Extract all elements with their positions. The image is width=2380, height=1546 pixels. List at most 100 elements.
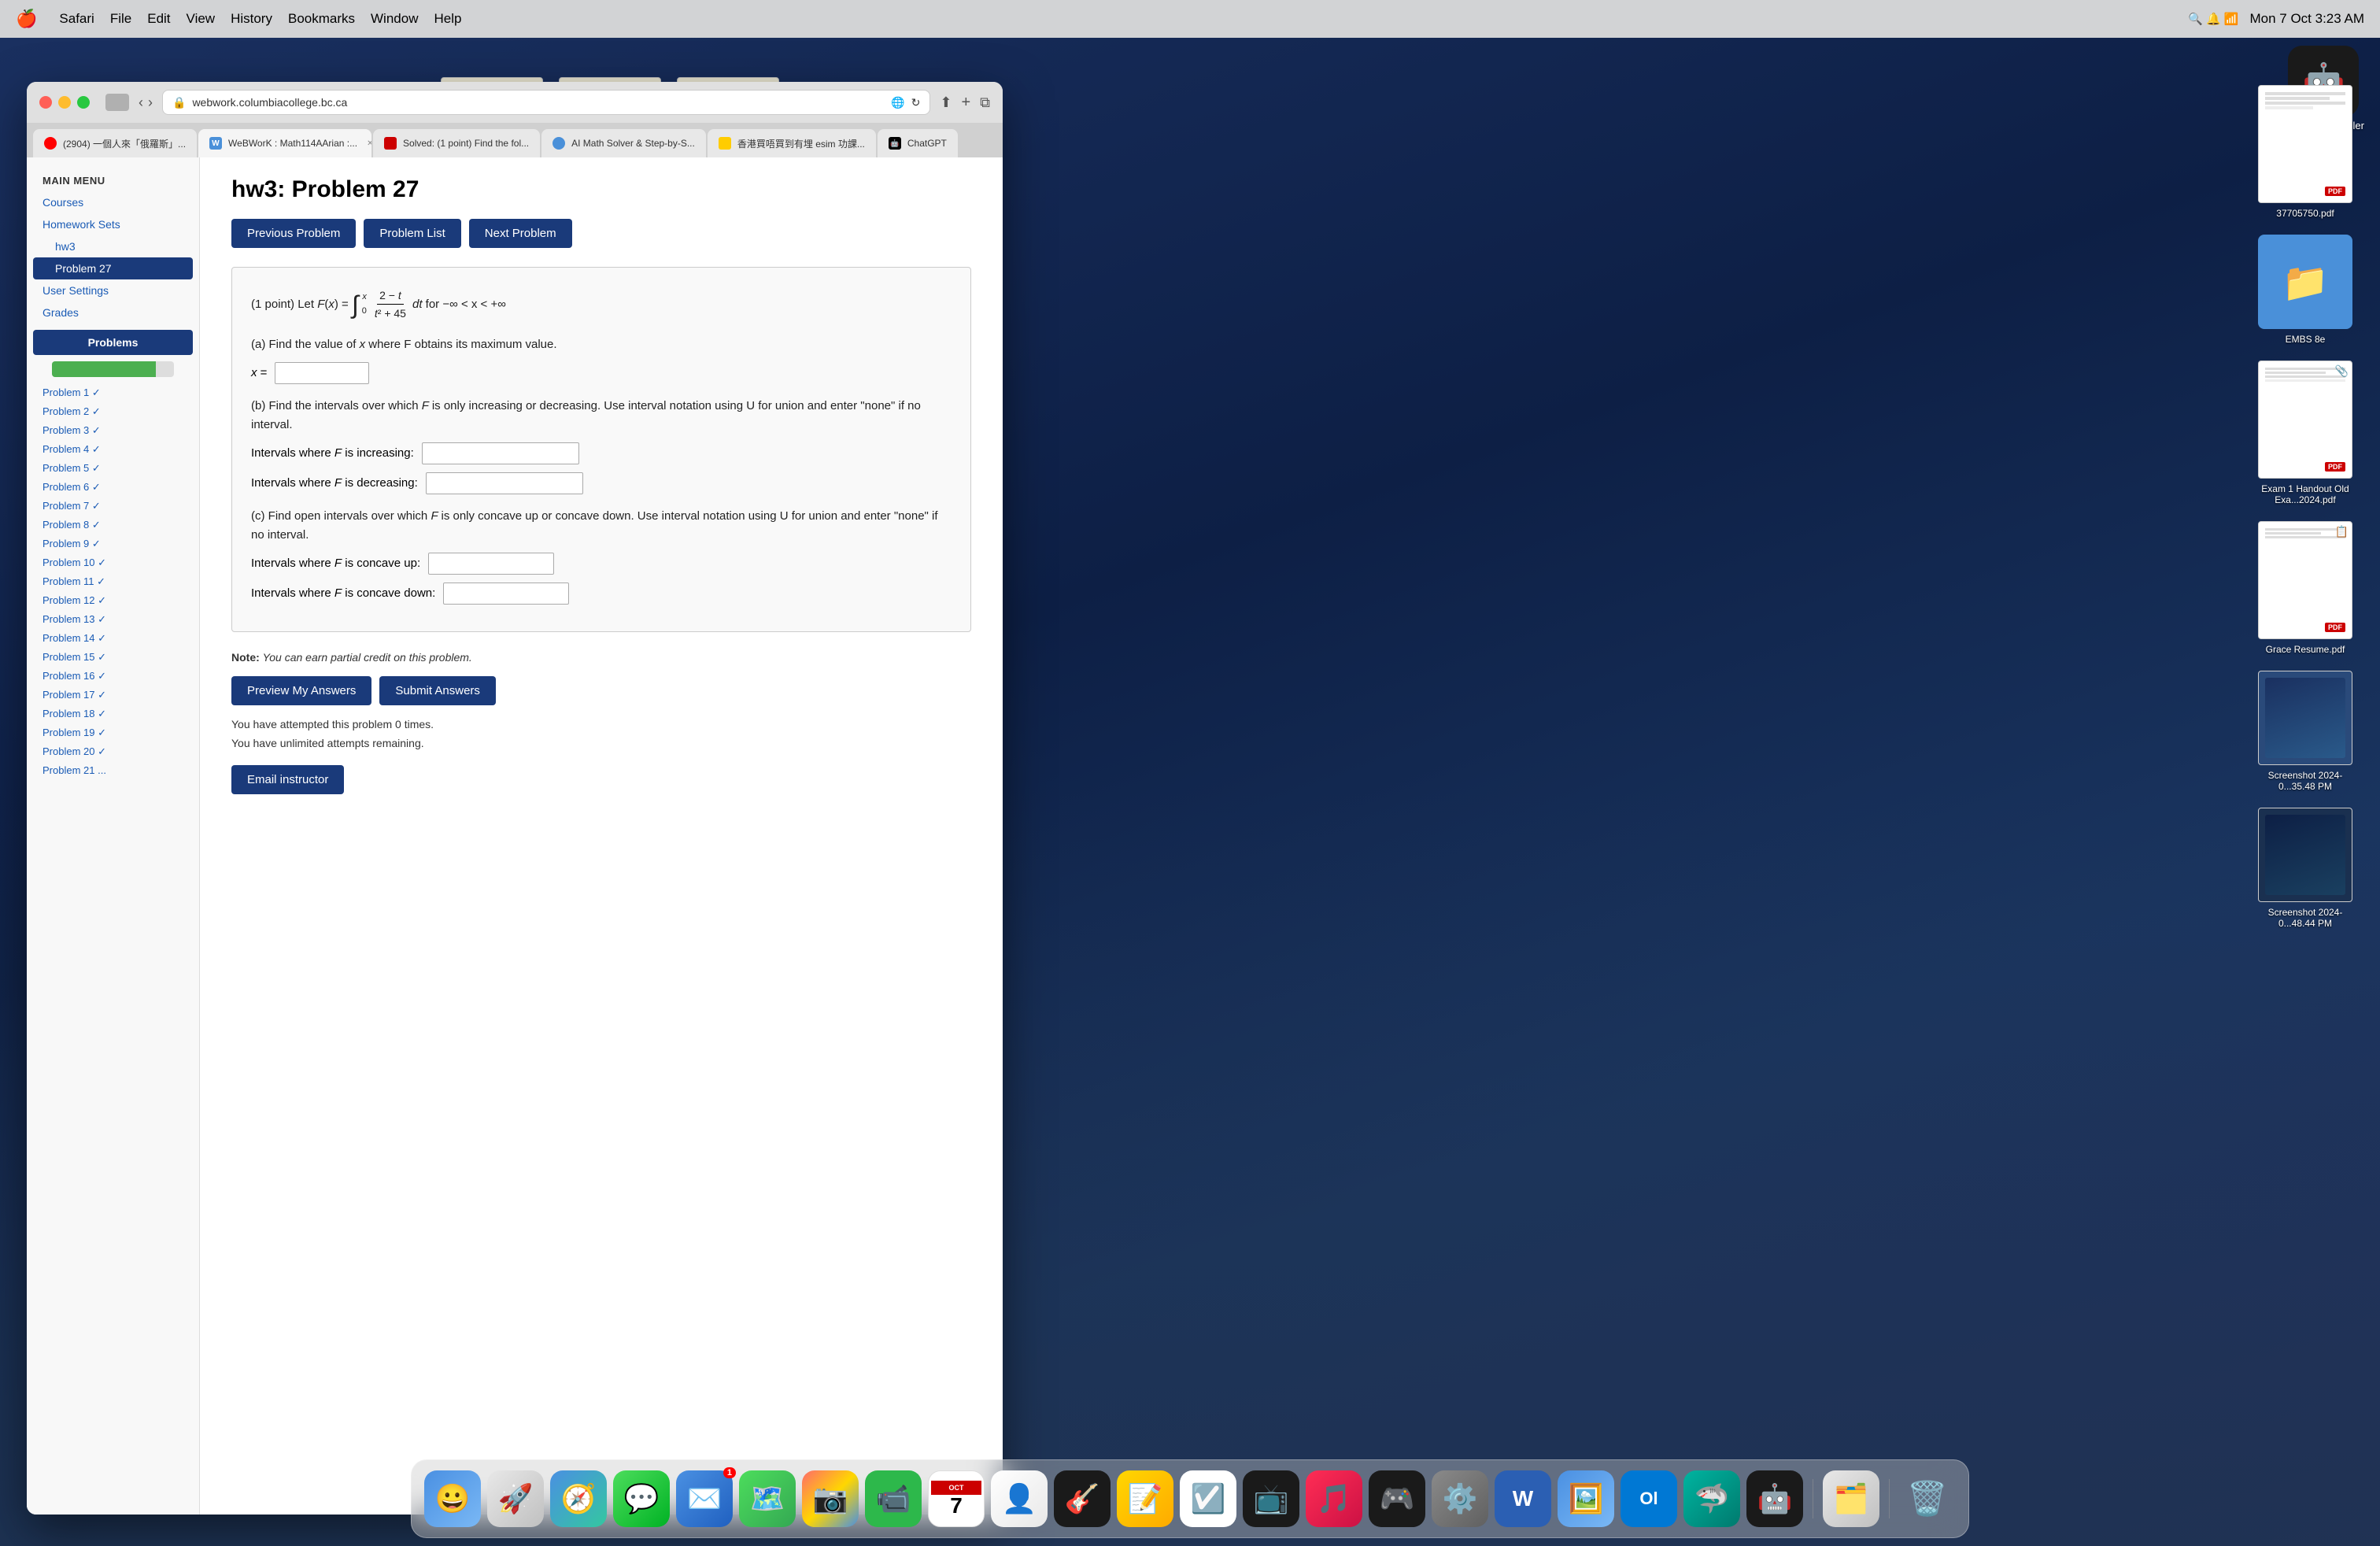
dock-garageband[interactable]: 🎸 bbox=[1054, 1470, 1111, 1527]
sidebar-problem-16[interactable]: Problem 16 ✓ bbox=[27, 667, 199, 686]
tab-aimath[interactable]: AI Math Solver & Step-by-S... bbox=[541, 129, 706, 157]
problem-list-button[interactable]: Problem List bbox=[364, 219, 460, 248]
sidebar-toggle-button[interactable] bbox=[105, 94, 129, 111]
part-b-decreasing-input[interactable] bbox=[426, 472, 583, 494]
dock-surfshark[interactable]: 🦈 bbox=[1683, 1470, 1740, 1527]
new-tab-icon[interactable]: + bbox=[961, 94, 970, 112]
desktop-icon-screenshot2[interactable]: Screenshot 2024-0...48.44 PM bbox=[2246, 808, 2364, 929]
sidebar-problem-9[interactable]: Problem 9 ✓ bbox=[27, 534, 199, 553]
menubar-view[interactable]: View bbox=[187, 11, 216, 27]
dock-outlook[interactable]: Ol bbox=[1621, 1470, 1677, 1527]
address-bar[interactable]: 🔒 webwork.columbiacollege.bc.ca 🌐 ↻ bbox=[162, 90, 930, 115]
dock-finder[interactable]: 😀 bbox=[424, 1470, 481, 1527]
tab-youtube[interactable]: (2904) 一個人來「俄羅斯」... bbox=[33, 129, 197, 157]
dock-word[interactable]: W bbox=[1495, 1470, 1551, 1527]
desktop-icon-pdf2[interactable]: PDF 📎 Exam 1 Handout Old Exa...2024.pdf bbox=[2246, 361, 2364, 505]
dock-mail[interactable]: ✉️ 1 bbox=[676, 1470, 733, 1527]
dock-trash[interactable]: 🗑️ bbox=[1899, 1470, 1956, 1527]
dock-messages[interactable]: 💬 bbox=[613, 1470, 670, 1527]
translate-icon[interactable]: 🌐 bbox=[891, 96, 904, 109]
sidebar-problem27[interactable]: Problem 27 bbox=[33, 257, 193, 279]
email-instructor-button[interactable]: Email instructor bbox=[231, 765, 344, 794]
dock-chatgpt[interactable]: 🤖 bbox=[1746, 1470, 1803, 1527]
minimize-button[interactable] bbox=[58, 96, 71, 109]
sidebar-problem-10[interactable]: Problem 10 ✓ bbox=[27, 553, 199, 572]
part-c-concave-up-input[interactable] bbox=[428, 553, 554, 575]
desktop-icon-screenshot1[interactable]: Screenshot 2024-0...35.48 PM bbox=[2246, 671, 2364, 792]
dock-tv[interactable]: 📺 bbox=[1243, 1470, 1299, 1527]
desktop-icon-folder[interactable]: 📁 EMBS 8e bbox=[2246, 235, 2364, 345]
menubar-safari[interactable]: Safari bbox=[59, 11, 94, 27]
submit-answers-button[interactable]: Submit Answers bbox=[379, 676, 496, 705]
tab-webwork[interactable]: W WeBWorK : Math114AArian :... ✕ bbox=[198, 129, 371, 157]
tab-close-webwork[interactable]: ✕ bbox=[367, 139, 371, 148]
sidebar-problem-7[interactable]: Problem 7 ✓ bbox=[27, 497, 199, 516]
sidebar-problem-21[interactable]: Problem 21 ... bbox=[27, 761, 199, 779]
back-button[interactable]: ‹ bbox=[139, 94, 143, 111]
part-c-concave-up-label: Intervals where F is concave up: bbox=[251, 557, 420, 570]
dock-calendar[interactable]: OCT 7 bbox=[928, 1470, 985, 1527]
sidebar-user-settings[interactable]: User Settings bbox=[27, 279, 199, 301]
dock-photos[interactable]: 📷 bbox=[802, 1470, 859, 1527]
tab-solved[interactable]: Solved: (1 point) Find the fol... bbox=[373, 129, 540, 157]
sidebar-problem-20[interactable]: Problem 20 ✓ bbox=[27, 742, 199, 761]
sidebar-homework-sets[interactable]: Homework Sets bbox=[27, 213, 199, 235]
dock-contacts[interactable]: 👤 bbox=[991, 1470, 1048, 1527]
maximize-button[interactable] bbox=[77, 96, 90, 109]
sidebar-problem-11[interactable]: Problem 11 ✓ bbox=[27, 572, 199, 591]
share-icon[interactable]: ⬆ bbox=[940, 94, 952, 111]
sidebar-problem-2[interactable]: Problem 2 ✓ bbox=[27, 402, 199, 421]
menubar-help[interactable]: Help bbox=[434, 11, 461, 27]
sidebar-problem-15[interactable]: Problem 15 ✓ bbox=[27, 648, 199, 667]
dock-facetime[interactable]: 📹 bbox=[865, 1470, 922, 1527]
menubar-bookmarks[interactable]: Bookmarks bbox=[288, 11, 355, 27]
outlook-icon: Ol bbox=[1639, 1489, 1658, 1509]
menubar-history[interactable]: History bbox=[231, 11, 272, 27]
sidebar-problem-13[interactable]: Problem 13 ✓ bbox=[27, 610, 199, 629]
menubar-edit[interactable]: Edit bbox=[147, 11, 170, 27]
dock-system-prefs[interactable]: ⚙️ bbox=[1432, 1470, 1488, 1527]
sidebar-problem-14[interactable]: Problem 14 ✓ bbox=[27, 629, 199, 648]
sidebar-problem-6[interactable]: Problem 6 ✓ bbox=[27, 478, 199, 497]
sidebar-problem-3[interactable]: Problem 3 ✓ bbox=[27, 421, 199, 440]
sidebar-courses[interactable]: Courses bbox=[27, 191, 199, 213]
sidebar-problem-19[interactable]: Problem 19 ✓ bbox=[27, 723, 199, 742]
sidebar-problem-17[interactable]: Problem 17 ✓ bbox=[27, 686, 199, 705]
forward-button[interactable]: › bbox=[148, 94, 153, 111]
dock-maps[interactable]: 🗺️ bbox=[739, 1470, 796, 1527]
dock-safari[interactable]: 🧭 bbox=[550, 1470, 607, 1527]
part-c-question: (c) Find open intervals over which F is … bbox=[251, 507, 952, 545]
desktop-icon-pdf1[interactable]: PDF 37705750.pdf bbox=[2246, 85, 2364, 219]
menubar-window[interactable]: Window bbox=[371, 11, 418, 27]
sidebar-problem-18[interactable]: Problem 18 ✓ bbox=[27, 705, 199, 723]
part-c-concave-down-input[interactable] bbox=[443, 583, 569, 605]
tab-hk[interactable]: 香港買唔買到有埋 esim 功課... bbox=[708, 129, 876, 157]
sidebar-problem-4[interactable]: Problem 4 ✓ bbox=[27, 440, 199, 459]
dock-files[interactable]: 🗂️ bbox=[1823, 1470, 1879, 1527]
tabs-icon[interactable]: ⧉ bbox=[980, 94, 990, 111]
dock-notes[interactable]: 📝 bbox=[1117, 1470, 1173, 1527]
sidebar-problem-5[interactable]: Problem 5 ✓ bbox=[27, 459, 199, 478]
dock-arcade[interactable]: 🎮 bbox=[1369, 1470, 1425, 1527]
sidebar-problem-12[interactable]: Problem 12 ✓ bbox=[27, 591, 199, 610]
sidebar-grades[interactable]: Grades bbox=[27, 301, 199, 324]
dock-launchpad[interactable]: 🚀 bbox=[487, 1470, 544, 1527]
part-a-input[interactable] bbox=[275, 362, 369, 384]
browser-titlebar: ‹ › 🔒 webwork.columbiacollege.bc.ca 🌐 ↻ … bbox=[27, 82, 1003, 123]
dock-reminders[interactable]: ☑️ bbox=[1180, 1470, 1236, 1527]
part-b-increasing-input[interactable] bbox=[422, 442, 579, 464]
close-button[interactable] bbox=[39, 96, 52, 109]
reload-icon[interactable]: ↻ bbox=[911, 96, 921, 109]
dock-music[interactable]: 🎵 bbox=[1306, 1470, 1362, 1527]
next-problem-button[interactable]: Next Problem bbox=[469, 219, 572, 248]
preview-answers-button[interactable]: Preview My Answers bbox=[231, 676, 371, 705]
sidebar-problem-8[interactable]: Problem 8 ✓ bbox=[27, 516, 199, 534]
previous-problem-button[interactable]: Previous Problem bbox=[231, 219, 356, 248]
sidebar-hw3[interactable]: hw3 bbox=[27, 235, 199, 257]
desktop-icon-pdf3[interactable]: PDF 📋 Grace Resume.pdf bbox=[2246, 521, 2364, 655]
tab-chatgpt[interactable]: 🤖 ChatGPT bbox=[878, 129, 958, 157]
sidebar-problem-1[interactable]: Problem 1 ✓ bbox=[27, 383, 199, 402]
dock-preview[interactable]: 🖼️ bbox=[1558, 1470, 1614, 1527]
apple-menu[interactable]: 🍎 bbox=[16, 9, 37, 29]
menubar-file[interactable]: File bbox=[110, 11, 131, 27]
